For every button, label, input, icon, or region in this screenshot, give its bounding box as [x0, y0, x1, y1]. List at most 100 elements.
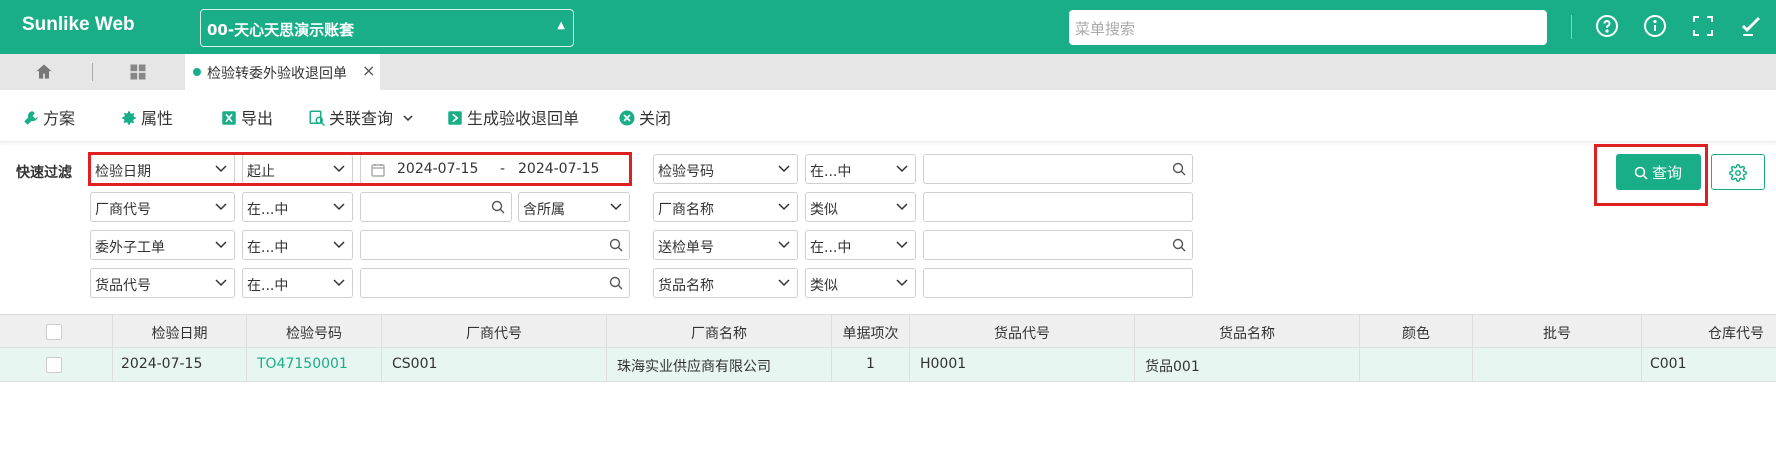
active-dot-icon [193, 68, 201, 76]
cell-inspection-no-link[interactable]: TO47150001 [247, 348, 382, 381]
op-select-in[interactable]: 在...中 [242, 192, 353, 222]
gear-icon [122, 111, 136, 125]
op-select-like[interactable]: 类似 [805, 268, 916, 298]
generate-return-button[interactable]: 生成验收退回单 [446, 105, 579, 128]
cell-item-name: 货品001 [1135, 348, 1360, 381]
select-all-cell [0, 315, 113, 348]
col-header[interactable]: 检验号码 [247, 315, 382, 348]
col-header[interactable]: 颜色 [1360, 315, 1473, 348]
chevron-down-icon [896, 165, 908, 173]
op-select-in[interactable]: 在...中 [805, 154, 916, 184]
col-header[interactable]: 厂商名称 [607, 315, 832, 348]
chevron-down-icon [778, 203, 790, 211]
apps-grid-icon[interactable] [128, 62, 148, 86]
account-selector[interactable]: 00-天心天思演示账套 ▲ [200, 9, 574, 47]
item-name-input[interactable] [923, 268, 1193, 298]
scheme-button[interactable]: 方案 [22, 105, 75, 128]
search-icon [609, 276, 623, 290]
chevron-down-icon [333, 203, 345, 211]
field-select-vendor-name[interactable]: 厂商名称 [653, 192, 798, 222]
table-row[interactable]: 2024-07-15 TO47150001 CS001 珠海实业供应商有限公司 … [0, 348, 1776, 382]
col-header[interactable]: 货品名称 [1135, 315, 1360, 348]
search-icon [1172, 238, 1186, 252]
op-select-in[interactable]: 在...中 [805, 230, 916, 260]
row-select-cell [0, 348, 113, 381]
chevron-down-icon [778, 241, 790, 249]
close-icon[interactable]: × [362, 61, 375, 80]
inspection-request-no-input[interactable] [923, 230, 1193, 260]
chevron-down-icon [778, 165, 790, 173]
account-name: 00-天心天思演示账套 [207, 21, 355, 39]
filter-settings-button[interactable] [1711, 154, 1765, 190]
inspection-no-input[interactable] [923, 154, 1193, 184]
chevron-down-icon [896, 279, 908, 287]
user-settings-icon[interactable] [1738, 14, 1764, 40]
row-checkbox[interactable] [46, 357, 62, 373]
related-query-button[interactable]: 关联查询 [308, 105, 414, 128]
export-button[interactable]: 导出 [220, 105, 273, 128]
search-doc-icon [309, 110, 326, 127]
properties-button[interactable]: 属性 [120, 105, 173, 128]
menu-search-input[interactable]: 菜单搜索 [1069, 10, 1547, 45]
gear-icon [1729, 164, 1747, 182]
chevron-down-icon [610, 203, 622, 211]
header-divider [1571, 15, 1572, 39]
cell-item-code: H0001 [910, 348, 1135, 381]
cell-warehouse-code: C001 [1650, 356, 1687, 372]
highlight-date-filter [88, 152, 632, 186]
wrench-icon [24, 111, 38, 125]
tab-inspection-return[interactable]: 检验转委外验收退回单 × [185, 54, 380, 90]
help-icon[interactable] [1594, 14, 1620, 40]
excel-icon [222, 111, 236, 125]
col-header[interactable]: 厂商代号 [382, 315, 607, 348]
op-select-in[interactable]: 在...中 [242, 230, 353, 260]
tab-bar: 检验转委外验收退回单 × [0, 54, 1776, 90]
field-select-vendor-code[interactable]: 厂商代号 [90, 192, 235, 222]
field-select-inspection-request-no[interactable]: 送检单号 [653, 230, 798, 260]
vendor-code-input[interactable] [360, 192, 512, 222]
cell-vendor-name: 珠海实业供应商有限公司 [607, 348, 832, 381]
chevron-down-icon [778, 279, 790, 287]
chevron-down-icon [333, 279, 345, 287]
quick-filter-label: 快速过滤 [16, 165, 72, 181]
op-select-in[interactable]: 在...中 [242, 268, 353, 298]
chevron-down-icon [896, 203, 908, 211]
cell-batch-no [1473, 348, 1642, 381]
chevron-down-icon [215, 279, 227, 287]
field-select-item-name[interactable]: 货品名称 [653, 268, 798, 298]
cell-inspection-date: 2024-07-15 [113, 348, 247, 381]
close-circle-icon [619, 110, 635, 126]
table-header: 检验日期 检验号码 厂商代号 厂商名称 单据项次 货品代号 货品名称 颜色 批号… [0, 314, 1776, 348]
cell-color [1360, 348, 1473, 381]
vendor-name-input[interactable] [923, 192, 1193, 222]
chevron-down-icon [896, 241, 908, 249]
search-icon [1172, 162, 1186, 176]
search-icon [491, 200, 505, 214]
col-header[interactable]: 检验日期 [113, 315, 247, 348]
info-icon[interactable] [1642, 14, 1668, 40]
chevron-down-icon [403, 115, 413, 122]
close-button[interactable]: 关闭 [618, 105, 671, 128]
field-select-subcontract-order[interactable]: 委外子工单 [90, 230, 235, 260]
op-select-like[interactable]: 类似 [805, 192, 916, 222]
col-header[interactable]: 货品代号 [910, 315, 1135, 348]
search-icon [609, 238, 623, 252]
top-bar: Sunlike Web 00-天心天思演示账套 ▲ 菜单搜索 [0, 0, 1776, 54]
cell-vendor-code: CS001 [382, 348, 607, 381]
field-select-item-code[interactable]: 货品代号 [90, 268, 235, 298]
field-select-inspection-no[interactable]: 检验号码 [653, 154, 798, 184]
subcontract-order-input[interactable] [360, 230, 630, 260]
chevron-down-icon [215, 241, 227, 249]
highlight-query-button [1594, 144, 1708, 206]
home-icon[interactable] [34, 62, 54, 86]
item-code-input[interactable] [360, 268, 630, 298]
brand-logo: Sunlike Web [22, 14, 135, 35]
generate-icon [448, 111, 462, 125]
scope-select[interactable]: 含所属 [518, 192, 630, 222]
col-header[interactable]: 批号 [1473, 315, 1642, 348]
select-all-checkbox[interactable] [46, 324, 62, 340]
col-header[interactable]: 单据项次 [832, 315, 910, 348]
fullscreen-icon[interactable] [1690, 14, 1716, 40]
chevron-down-icon [215, 203, 227, 211]
col-header[interactable]: 仓库代号 [1642, 315, 1776, 348]
